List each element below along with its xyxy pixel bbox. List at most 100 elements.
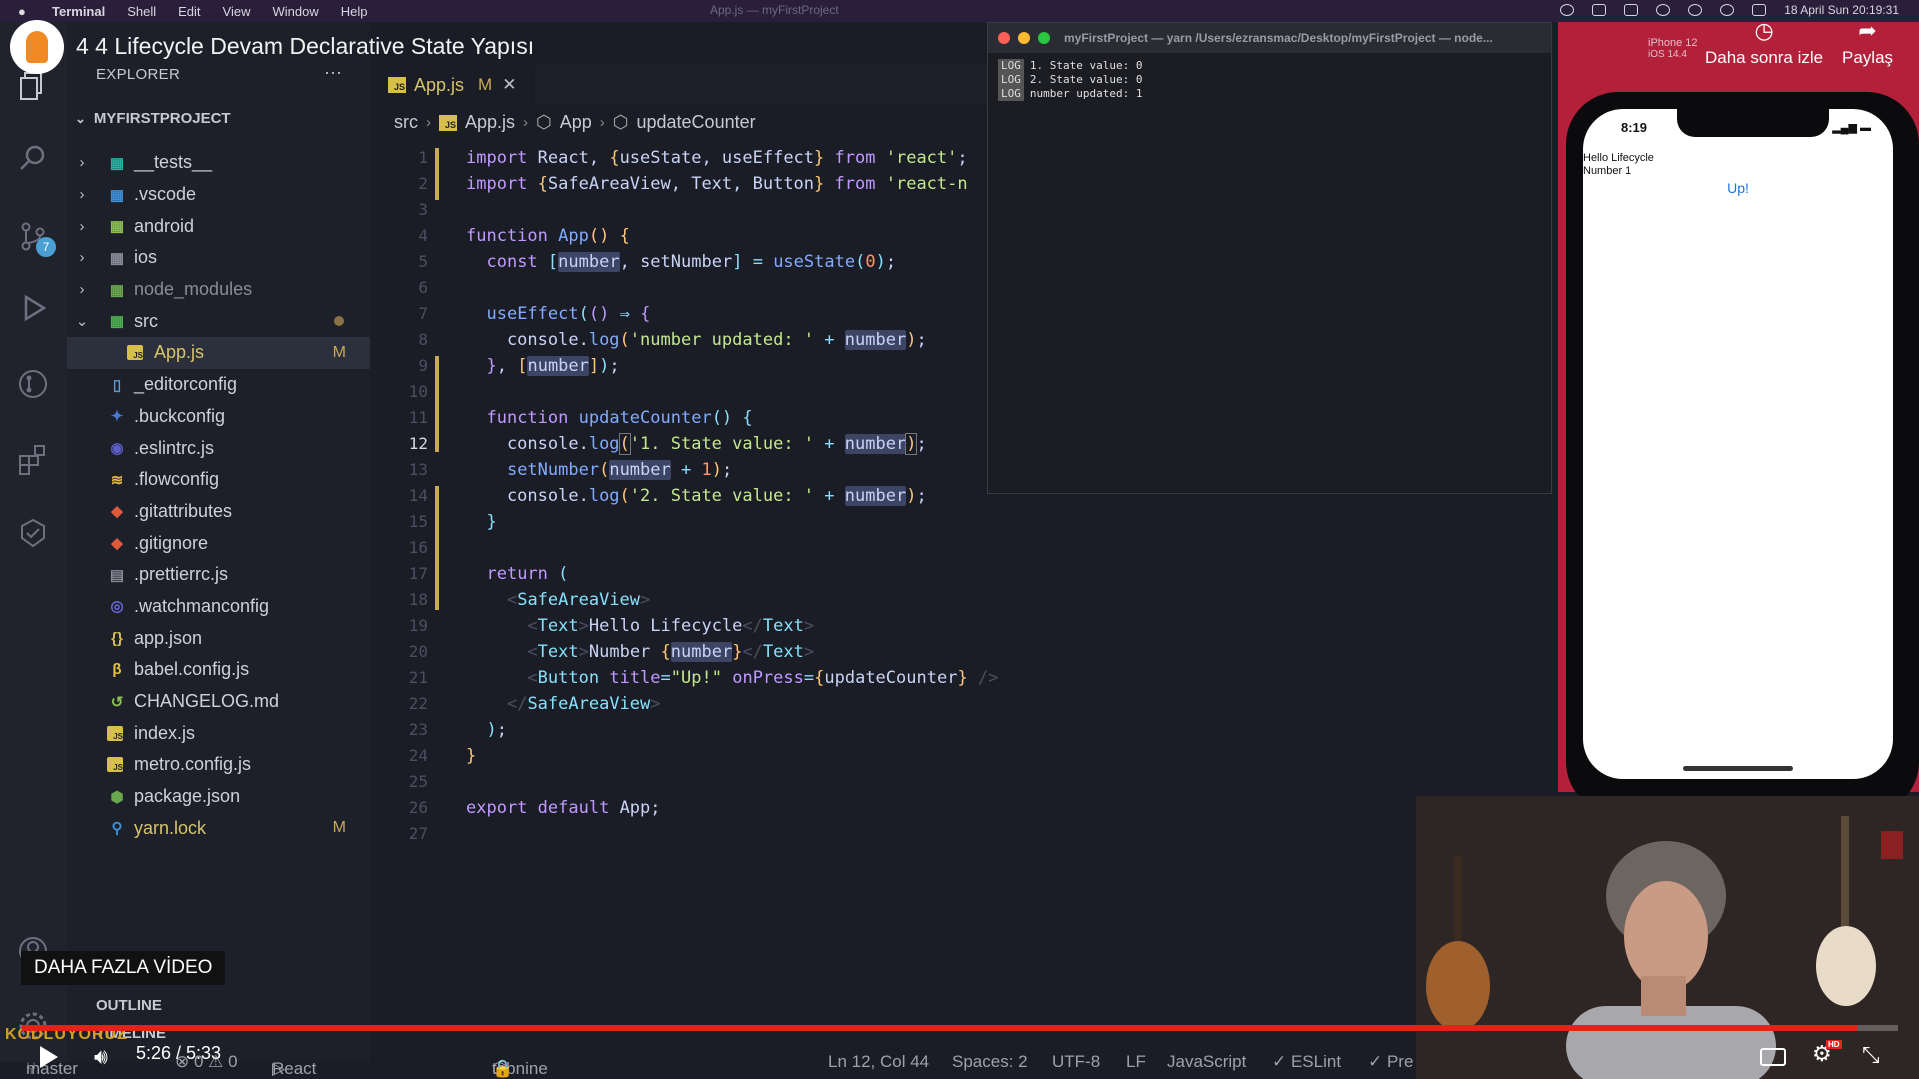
more-videos-button[interactable]: DAHA FAZLA VİDEO (21, 951, 226, 985)
tree-item[interactable]: ⬢ package.json (67, 781, 370, 813)
menu-view[interactable]: View (223, 4, 251, 19)
menu-shell[interactable]: Shell (127, 4, 156, 19)
tree-item[interactable]: β babel.config.js (67, 654, 370, 686)
menu-edit[interactable]: Edit (178, 4, 200, 19)
breadcrumb: src › JS App.js › ⬡ App › ⬡ updateCounte… (394, 112, 756, 133)
code-line: 19 <Text>Hello Lifecycle</Text> (370, 616, 1550, 642)
tree-item[interactable]: › ▦ android (67, 210, 370, 242)
menu-help[interactable]: Help (341, 4, 368, 19)
remote-explorer-icon[interactable] (14, 514, 52, 552)
video-progress-bar[interactable] (22, 1025, 1898, 1031)
menu-window[interactable]: Window (273, 4, 319, 19)
tree-item[interactable]: ▯ _editorconfig (67, 369, 370, 401)
display-icon[interactable] (1592, 4, 1607, 16)
extensions-icon[interactable] (14, 440, 52, 478)
scm-badge: 7 (36, 237, 56, 257)
tree-item[interactable]: ✦ .buckconfig (67, 401, 370, 433)
close-window-icon[interactable] (998, 32, 1010, 44)
folder-src-icon: ▦ (109, 313, 125, 331)
tree-item[interactable]: › ▦ __tests__ (67, 147, 370, 179)
tree-item[interactable]: JS metro.config.js (67, 749, 370, 781)
terminal-titlebar: myFirstProject — yarn /Users/ezransmac/D… (988, 23, 1551, 53)
folder-node-icon: ▦ (109, 281, 125, 299)
user-icon[interactable] (1688, 4, 1703, 16)
tree-item[interactable]: JS index.js (67, 717, 370, 749)
tab-app-js[interactable]: JS App.js M ✕ (370, 65, 535, 105)
channel-logo[interactable] (10, 20, 64, 74)
close-icon[interactable]: ✕ (502, 75, 516, 95)
volume-icon[interactable]: 🔊︎ (94, 1044, 108, 1070)
tree-item[interactable]: ≋ .flowconfig (67, 464, 370, 496)
tree-item[interactable]: ◆ .gitignore (67, 527, 370, 559)
code-line: 16 (370, 538, 1550, 564)
line-number: 14 (408, 486, 428, 505)
tree-item-label: app.json (134, 627, 203, 648)
breadcrumb-file[interactable]: App.js (465, 112, 515, 133)
project-folder[interactable]: ⌄ MYFIRSTPROJECT (75, 110, 231, 127)
share-button[interactable]: ➦ Paylaş (1842, 18, 1893, 68)
tree-item[interactable]: ◆ .gitattributes (67, 496, 370, 528)
hello-text: Hello Lifecycle (1583, 152, 1654, 164)
menu-terminal[interactable]: Terminal (52, 4, 105, 19)
tree-item[interactable]: › ▦ .vscode (67, 179, 370, 211)
phone-screen[interactable]: 8:19 ▂▄▆ ▬ Hello Lifecycle Number 1 Up! (1583, 109, 1893, 779)
outline-section[interactable]: OUTLINE (96, 997, 162, 1014)
breadcrumb-function[interactable]: updateCounter (637, 112, 756, 133)
minimize-window-icon[interactable] (1018, 32, 1030, 44)
guitar-image (1426, 856, 1490, 1031)
record-icon[interactable] (1560, 4, 1575, 16)
video-title[interactable]: 4 4 Lifecycle Devam Declarative State Ya… (76, 33, 534, 60)
tree-item-label: package.json (134, 786, 241, 807)
breadcrumb-component[interactable]: App (560, 112, 592, 133)
device-name: iPhone 12 (1648, 37, 1698, 49)
exit-fullscreen-icon[interactable]: ⤡ (1862, 1042, 1880, 1068)
battery-icon[interactable] (1624, 4, 1639, 16)
line-number: 5 (418, 252, 428, 271)
chevron-right-icon: › (79, 249, 85, 267)
tree-item[interactable]: ↺ CHANGELOG.md (67, 686, 370, 718)
tree-item-label: .eslintrc.js (134, 437, 215, 458)
spotlight-icon[interactable] (1720, 4, 1735, 16)
breadcrumb-src[interactable]: src (394, 112, 418, 133)
search-icon[interactable] (14, 139, 52, 177)
wifi-icon[interactable] (1656, 4, 1671, 16)
apple-icon[interactable]: ● (18, 4, 38, 19)
git-graph-icon[interactable] (14, 365, 52, 403)
tree-item[interactable]: ⚲ yarn.lock M (67, 812, 370, 844)
tree-item[interactable]: ◎ .watchmanconfig (67, 591, 370, 623)
zoom-window-icon[interactable] (1038, 32, 1050, 44)
watch-later-label: Daha sonra izle (1705, 48, 1824, 67)
explorer-more-icon[interactable]: ··· (324, 62, 342, 83)
iphone-frame: 8:19 ▂▄▆ ▬ Hello Lifecycle Number 1 Up! (1566, 92, 1919, 814)
tree-item-label: .prettierrc.js (134, 564, 229, 585)
tree-item[interactable]: › ▦ node_modules (67, 274, 370, 306)
tree-item[interactable]: ▤ .prettierrc.js (67, 559, 370, 591)
tree-item-label: _editorconfig (134, 374, 238, 395)
watch-later-button[interactable]: ◷ Daha sonra izle (1705, 18, 1823, 68)
line-number: 11 (408, 408, 428, 427)
tab-label: App.js (414, 74, 465, 95)
modified-mark: M (478, 75, 493, 94)
terminal-window[interactable]: myFirstProject — yarn /Users/ezransmac/D… (987, 22, 1552, 494)
line-number: 21 (408, 668, 428, 687)
line-number: 3 (418, 200, 428, 219)
control-center-icon[interactable] (1752, 4, 1767, 16)
tree-item[interactable]: {} app.json (67, 622, 370, 654)
tree-item[interactable]: ◉ .eslintrc.js (67, 432, 370, 464)
activity-bar: 7 (0, 22, 67, 1062)
tree-item[interactable]: › ▦ ios (67, 242, 370, 274)
tree-item[interactable]: JS App.js M (67, 337, 370, 369)
up-button[interactable]: Up! (1583, 180, 1893, 196)
file-icon: ▯ (112, 376, 122, 394)
home-indicator[interactable] (1683, 766, 1793, 771)
watchman-icon: ◎ (110, 598, 124, 616)
buck-icon: ✦ (110, 408, 124, 426)
source-control-icon[interactable]: 7 (14, 217, 56, 257)
line-number: 27 (408, 824, 428, 843)
log-tag: LOG (998, 87, 1024, 101)
play-icon[interactable] (40, 1046, 58, 1068)
tree-item[interactable]: ⌄ ▦ src (67, 305, 370, 337)
tree-item-label: .gitattributes (134, 500, 233, 521)
subtitles-icon[interactable] (1760, 1048, 1786, 1066)
run-debug-icon[interactable] (14, 289, 52, 327)
